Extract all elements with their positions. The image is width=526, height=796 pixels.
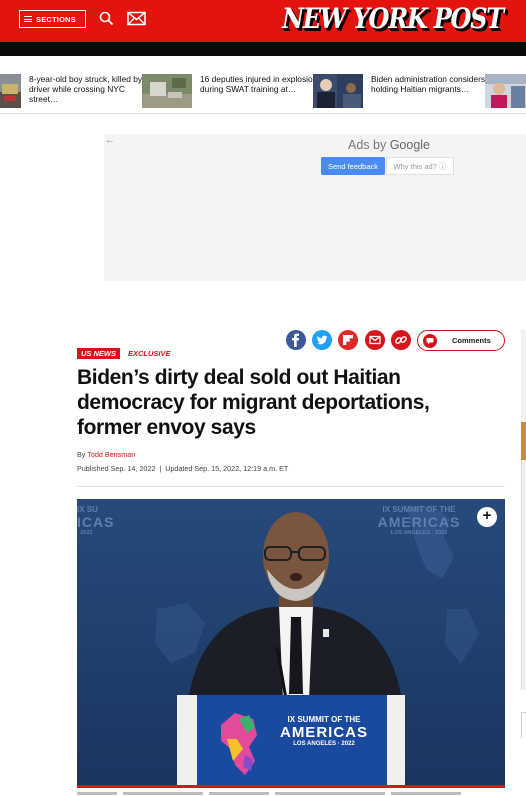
google-label: Google (389, 138, 431, 152)
email-icon[interactable] (364, 330, 385, 350)
byline-prefix: By (77, 450, 86, 459)
trending-item-text: Biden administration considers holding H… (371, 74, 486, 94)
sidebar-edge-panel (521, 460, 526, 690)
sidebar-edge-frame (521, 712, 526, 738)
link-icon[interactable] (390, 330, 411, 350)
why-this-ad-button[interactable]: Why this ad? ⓘ (386, 157, 454, 175)
trending-thumbnail (485, 74, 526, 108)
ads-by-google: Ads by Google (348, 138, 430, 152)
ads-by-label: Ads by (348, 138, 387, 152)
trending-item[interactable]: 16 deputies injured in explosion during … (142, 74, 318, 108)
podium-line-1: IX SUMMIT OF THE (287, 715, 361, 724)
site-logo[interactable]: NEW YORK POST (282, 2, 504, 35)
header-shadow-bar (0, 42, 526, 56)
ad-back-arrow[interactable]: ← (105, 135, 115, 146)
podium-sign-text: IX SUMMIT OF THE AMERICAS LOS ANGELES · … (267, 715, 381, 747)
hamburger-icon (24, 15, 32, 24)
comments-button[interactable]: Comments (417, 330, 505, 351)
backdrop-text-right: IX SUMMIT OF THE AMERICAS LOS ANGELES · … (349, 505, 489, 536)
date-separator: | (159, 464, 162, 473)
send-feedback-button[interactable]: Send feedback (321, 157, 385, 175)
backdrop-line-3: LOS ANGELES · 2022 (390, 530, 448, 536)
backdrop-line-2: AMERICAS (377, 514, 461, 530)
backdrop-left-line-2: ICAS (77, 514, 115, 530)
flipboard-icon[interactable] (338, 330, 359, 350)
podium-line-2: AMERICAS (279, 724, 368, 741)
comment-icon (423, 333, 437, 348)
trending-item[interactable]: Biden administration considers holding H… (313, 74, 489, 108)
share-bar (286, 330, 417, 350)
exclusive-label: EXCLUSIVE (128, 349, 171, 358)
trending-item-text: 8-year-old boy struck, killed by driver … (29, 74, 143, 104)
article-divider (77, 486, 505, 487)
expand-photo-button[interactable]: + (477, 507, 497, 527)
sections-label: SECTIONS (36, 14, 76, 24)
backdrop-line-1: IX SUMMIT OF THE (382, 505, 456, 514)
backdrop-text-left: IX SU ICAS · 2022 (77, 505, 127, 536)
ad-container: ← Ads by Google Send feedback Why this a… (104, 134, 526, 281)
comments-label: Comments (452, 336, 491, 345)
twitter-icon[interactable] (312, 330, 333, 350)
article-headline: Biden’s dirty deal sold out Haitian demo… (77, 366, 430, 439)
article-photo[interactable]: IX SUMMIT OF THE AMERICAS LOS ANGELES · … (77, 499, 505, 785)
backdrop-left-line-1: IX SU (77, 505, 98, 514)
published-date: Published Sep. 14, 2022 (77, 464, 156, 473)
article-dates: Published Sep. 14, 2022 | Updated Sep. 15,… (77, 464, 288, 473)
sidebar-edge-accent (521, 422, 526, 460)
sections-button[interactable]: SECTIONS (19, 10, 86, 28)
trending-thumbnail (313, 74, 363, 108)
mail-icon[interactable] (127, 11, 146, 26)
caption-fragment (77, 792, 461, 795)
site-header: SECTIONS NEW YORK POST (0, 0, 526, 42)
photo-accent-bar (77, 785, 505, 788)
trending-strip: 8-year-old boy struck, killed by driver … (0, 70, 526, 114)
facebook-icon[interactable] (286, 330, 306, 350)
backdrop-left-line-3: · 2022 (77, 530, 93, 536)
byline: By Todd Bensman (77, 450, 135, 459)
trending-item[interactable]: 8-year-old boy struck, killed by driver … (0, 74, 147, 108)
trending-item-text: 16 deputies injured in explosion during … (200, 74, 318, 94)
author-link[interactable]: Todd Bensman (87, 450, 135, 459)
trending-thumbnail (0, 74, 21, 108)
category-tag[interactable]: US NEWS (77, 348, 121, 359)
trending-item[interactable] (485, 74, 526, 108)
updated-date: Updated Sep. 15, 2022, 12:19 a.m. ET (165, 464, 289, 473)
sidebar-edge (521, 330, 526, 422)
article-tags: US NEWS EXCLUSIVE (77, 348, 171, 359)
trending-thumbnail (142, 74, 192, 108)
podium-line-3: LOS ANGELES · 2022 (293, 741, 355, 747)
search-icon[interactable] (99, 11, 114, 26)
